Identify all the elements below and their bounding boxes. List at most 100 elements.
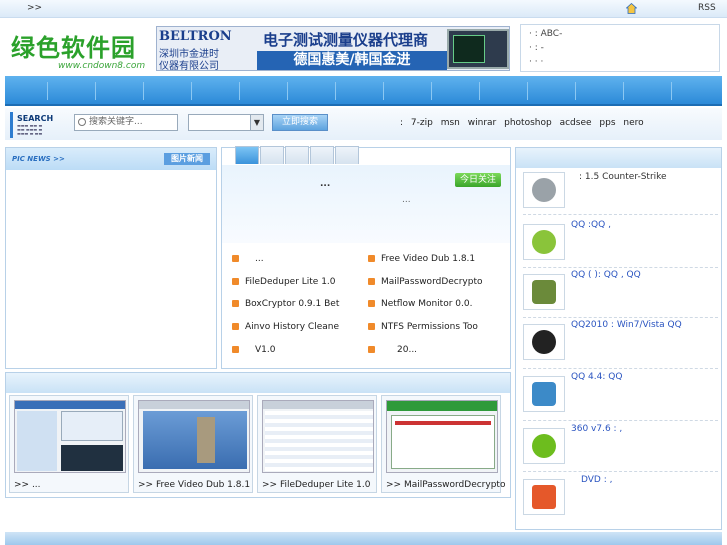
right-panel-header bbox=[516, 148, 721, 168]
dvd-icon bbox=[532, 485, 556, 509]
today-focus-badge: 今日关注 bbox=[455, 173, 501, 187]
nav-divider bbox=[479, 82, 480, 100]
hot-keywords: : 7-zip msn winrar photoshop acdsee pps … bbox=[400, 118, 649, 128]
hot-keyword[interactable]: 7-zip bbox=[411, 118, 433, 128]
software-item[interactable]: 360 v7.6 : , bbox=[523, 424, 718, 472]
list-item[interactable]: NTFS Permissions Too bbox=[368, 322, 478, 332]
software-thumb[interactable] bbox=[523, 479, 565, 515]
screenshot-thumb[interactable] bbox=[138, 400, 250, 473]
rss-icon bbox=[368, 278, 375, 285]
qq-icon bbox=[532, 230, 556, 254]
list-item[interactable]: Ainvo History Cleane bbox=[232, 322, 339, 332]
software-thumb[interactable] bbox=[523, 428, 565, 464]
search-input[interactable]: 搜索关键字... bbox=[74, 114, 178, 131]
featured-summary: ... bbox=[402, 195, 411, 205]
rss-icon bbox=[368, 300, 375, 307]
divider bbox=[523, 471, 718, 472]
topbar-arrows[interactable]: >> bbox=[27, 3, 42, 13]
gallery-item[interactable]: >> ... bbox=[9, 395, 129, 493]
software-thumb[interactable] bbox=[523, 324, 565, 360]
list-item[interactable]: Netflow Monitor 0.0. bbox=[368, 299, 472, 309]
nav-divider bbox=[287, 82, 288, 100]
notice-line[interactable]: · · · bbox=[529, 57, 543, 67]
tab-3[interactable] bbox=[285, 146, 309, 164]
software-thumb[interactable] bbox=[523, 274, 565, 310]
software-thumb[interactable] bbox=[523, 172, 565, 208]
nav-divider bbox=[191, 82, 192, 100]
software-item[interactable]: QQ 4.4: QQ bbox=[523, 372, 718, 421]
category-select[interactable]: ▼ bbox=[188, 114, 264, 131]
gallery-caption[interactable]: >> Free Video Dub 1.8.1 bbox=[138, 480, 250, 490]
home-icon[interactable] bbox=[626, 3, 637, 14]
software-item[interactable]: : 1.5 Counter-Strike bbox=[523, 172, 718, 215]
chevron-down-icon[interactable]: ▼ bbox=[250, 115, 263, 130]
site-logo[interactable]: 绿色软件园 www.cndown8.com bbox=[11, 28, 151, 74]
ad-subline: 德国惠美/韩国金进 bbox=[257, 51, 447, 70]
search-button[interactable]: 立即搜索 bbox=[272, 114, 328, 131]
list-item[interactable]: 20... bbox=[368, 345, 417, 355]
software-item[interactable]: DVD : , bbox=[523, 475, 718, 515]
hot-keyword[interactable]: photoshop bbox=[504, 118, 552, 128]
hot-keyword[interactable]: acdsee bbox=[560, 118, 592, 128]
featured-title[interactable]: ... bbox=[320, 179, 330, 189]
list-item[interactable]: ... bbox=[232, 254, 264, 264]
gallery-item[interactable]: >> FileDeduper Lite 1.0 bbox=[257, 395, 377, 493]
list-item[interactable]: V1.0 bbox=[232, 345, 275, 355]
rss-icon bbox=[232, 300, 239, 307]
nav-divider bbox=[575, 82, 576, 100]
list-item[interactable]: MailPasswordDecrypto bbox=[368, 277, 483, 287]
nav-divider bbox=[239, 82, 240, 100]
gallery-caption[interactable]: >> FileDeduper Lite 1.0 bbox=[262, 480, 370, 490]
nav-divider bbox=[143, 82, 144, 100]
tab-5[interactable] bbox=[335, 146, 359, 164]
divider bbox=[523, 267, 718, 268]
list-item[interactable]: FileDeduper Lite 1.0 bbox=[232, 277, 336, 287]
list-item[interactable]: BoxCryptor 0.9.1 Bet bbox=[232, 299, 339, 309]
nav-divider bbox=[47, 82, 48, 100]
list-item[interactable]: Free Video Dub 1.8.1 bbox=[368, 254, 475, 264]
hot-keyword[interactable]: msn bbox=[441, 118, 460, 128]
pic-news-panel: PIC NEWS >> 图片新闻 bbox=[5, 147, 217, 369]
ad-company-line2: 仪器有限公司 bbox=[159, 61, 219, 71]
hot-prefix: : bbox=[400, 118, 404, 128]
pic-news-more[interactable]: 图片新闻 bbox=[164, 153, 210, 165]
search-logo: SEARCH ▬▬▬ ▬▬ ▬ ▬▬ ▬▬▬ ▬ ▬▬▬ ▬ ▬▬ bbox=[10, 112, 62, 138]
banner-ad[interactable]: BELTRON 深圳市金进时 仪器有限公司 电子测试测量仪器代理商 德国惠美/韩… bbox=[156, 26, 510, 71]
nav-divider bbox=[335, 82, 336, 100]
pic-news-title[interactable]: PIC NEWS >> bbox=[12, 155, 65, 163]
notice-line[interactable]: · : ABC- bbox=[529, 29, 562, 39]
tab-2[interactable] bbox=[260, 146, 284, 164]
hot-keyword[interactable]: winrar bbox=[468, 118, 496, 128]
software-thumb[interactable] bbox=[523, 224, 565, 260]
footer-bar bbox=[5, 532, 722, 545]
software-item[interactable]: QQ ( ): QQ , QQ bbox=[523, 270, 718, 318]
search-icon bbox=[78, 118, 86, 126]
gallery-item[interactable]: >> Free Video Dub 1.8.1 bbox=[133, 395, 253, 493]
hot-keyword[interactable]: pps bbox=[599, 118, 615, 128]
rss-link[interactable]: RSS bbox=[698, 3, 716, 13]
gallery-caption[interactable]: >> ... bbox=[14, 480, 41, 490]
screenshot-thumb[interactable] bbox=[386, 400, 498, 473]
software-thumb[interactable] bbox=[523, 376, 565, 412]
screenshot-thumb[interactable] bbox=[262, 400, 374, 473]
tab-4[interactable] bbox=[310, 146, 334, 164]
nav-divider bbox=[671, 82, 672, 100]
screenshot-thumb[interactable] bbox=[14, 400, 126, 473]
software-item[interactable]: QQ2010 : Win7/Vista QQ bbox=[523, 320, 718, 369]
nav-divider bbox=[431, 82, 432, 100]
rss-icon bbox=[368, 323, 375, 330]
nav-divider bbox=[95, 82, 96, 100]
gallery-caption[interactable]: >> MailPasswordDecrypto bbox=[386, 480, 505, 490]
divider bbox=[523, 214, 718, 215]
software-item[interactable]: QQ :QQ , bbox=[523, 220, 718, 268]
gallery-item[interactable]: >> MailPasswordDecrypto bbox=[381, 395, 505, 493]
tab-1[interactable] bbox=[235, 146, 259, 164]
ad-headline: 电子测试测量仪器代理商 bbox=[263, 31, 429, 49]
rss-icon bbox=[232, 323, 239, 330]
main-nav bbox=[5, 76, 722, 106]
nav-divider bbox=[527, 82, 528, 100]
cow-icon bbox=[532, 280, 556, 304]
nav-divider bbox=[383, 82, 384, 100]
notice-line[interactable]: · : - bbox=[529, 43, 544, 53]
hot-keyword[interactable]: nero bbox=[623, 118, 643, 128]
